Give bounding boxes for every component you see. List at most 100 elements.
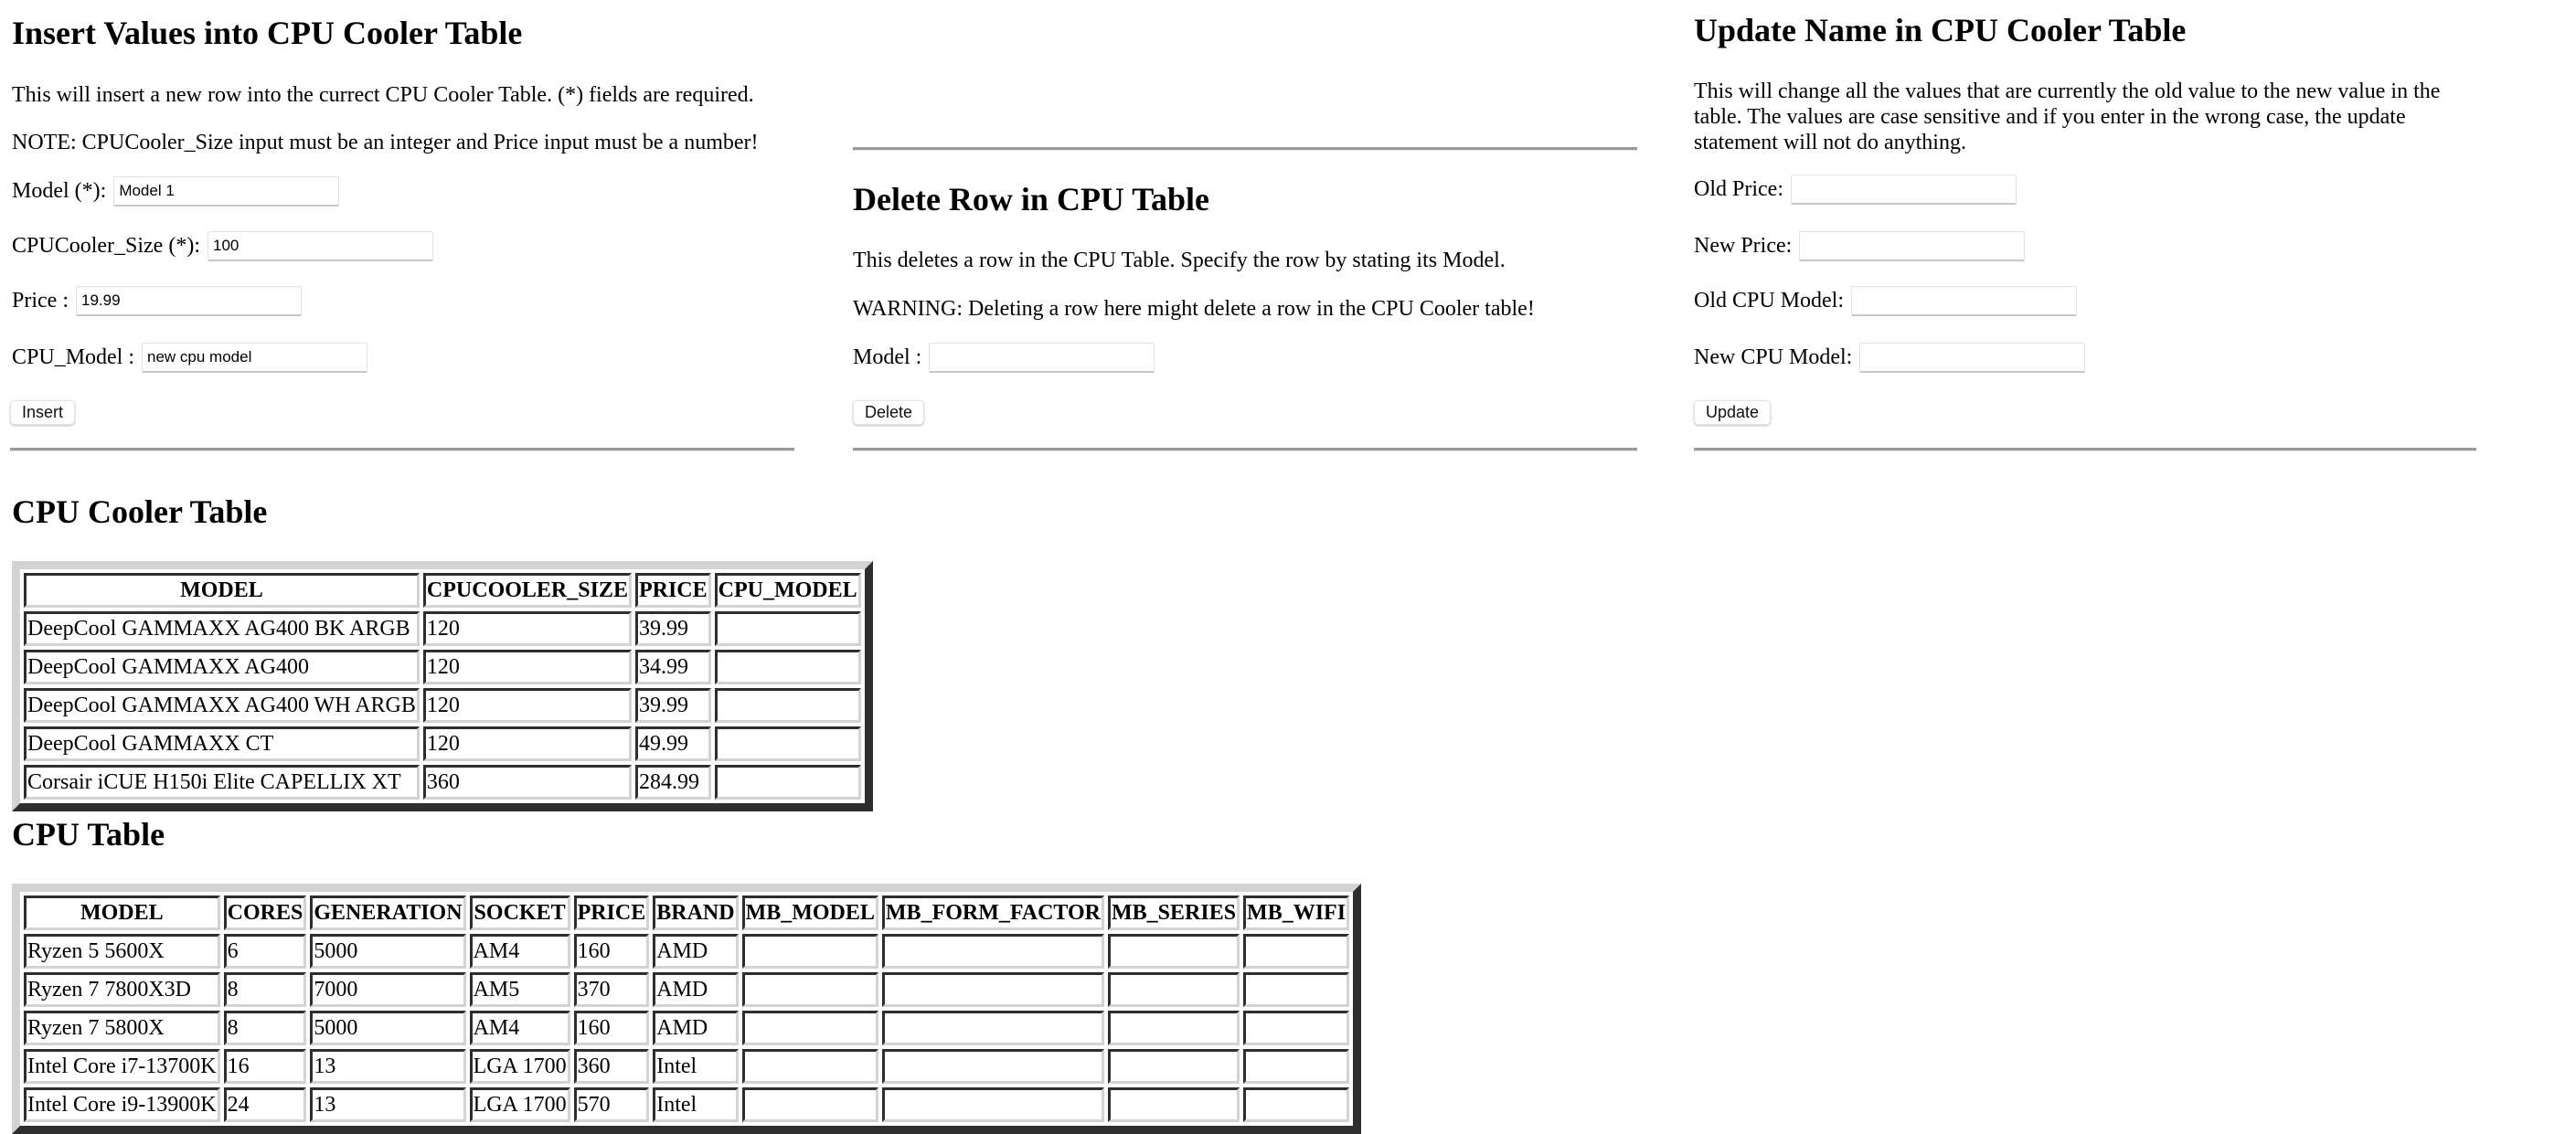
cell-generation: 5000 xyxy=(310,1011,466,1045)
cell-model: Corsair iCUE H150i Elite CAPELLIX XT xyxy=(24,765,420,800)
cell-price: 49.99 xyxy=(634,726,711,761)
cell-model: DeepCool GAMMAXX AG400 xyxy=(24,650,420,684)
insert-button[interactable]: Insert xyxy=(10,400,76,425)
column-header-mb-model: MB_MODEL xyxy=(741,896,878,930)
cell-mb-wifi xyxy=(1243,1049,1350,1084)
update-old-cpu-model-input[interactable] xyxy=(1851,285,2078,316)
cell-mb-series xyxy=(1108,934,1240,969)
cell-socket: LGA 1700 xyxy=(469,1049,570,1084)
cell-brand: AMD xyxy=(653,972,739,1007)
insert-title: Insert Values into CPU Cooler Table xyxy=(12,15,523,51)
insert-size-input[interactable] xyxy=(207,230,433,261)
cell-model: DeepCool GAMMAXX CT xyxy=(24,726,420,761)
column-header-cpu-model: CPU_MODEL xyxy=(714,573,861,608)
header-row: MODEL CPUCOOLER_SIZE PRICE CPU_MODEL xyxy=(24,573,861,608)
insert-cpu-model-input[interactable] xyxy=(142,342,368,373)
update-old-cpu-model-row: Old CPU Model: xyxy=(1694,285,2078,316)
cell-price: 39.99 xyxy=(634,611,711,646)
cell-mb-wifi xyxy=(1243,1087,1350,1122)
cell-cpucooler-size: 120 xyxy=(422,611,632,646)
column-header-mb-form-factor: MB_FORM_FACTOR xyxy=(881,896,1104,930)
update-description: This will change all the values that are… xyxy=(1694,79,2441,154)
cell-mb-form-factor xyxy=(881,1011,1104,1045)
header-row: MODEL CORES GENERATION SOCKET PRICE BRAND MB_M… xyxy=(24,896,1350,930)
cell-mb-model xyxy=(741,1087,878,1122)
cell-generation: 5000 xyxy=(310,934,466,969)
cell-price: 160 xyxy=(573,934,650,969)
cell-cpucooler-size: 120 xyxy=(422,726,632,761)
cell-model: Intel Core i7-13700K xyxy=(24,1049,220,1084)
cell-brand: AMD xyxy=(653,1011,739,1045)
cell-mb-model xyxy=(741,1049,878,1084)
table-row: DeepCool GAMMAXX AG400 120 34.99 xyxy=(24,650,861,684)
table-row: Corsair iCUE H150i Elite CAPELLIX XT 360 2… xyxy=(24,765,861,800)
cooler-table-title: CPU Cooler Table xyxy=(12,493,268,530)
cell-cpu-model xyxy=(714,726,861,761)
cell-brand: Intel xyxy=(653,1087,739,1122)
insert-model-row: Model (*): xyxy=(12,175,340,207)
update-button[interactable]: Update xyxy=(1694,400,1772,425)
delete-warning: WARNING: Deleting a row here might delet… xyxy=(853,297,1535,321)
table-row: Ryzen 5 5600X 6 5000 AM4 160 AMD xyxy=(24,934,1350,969)
cell-price: 370 xyxy=(573,972,650,1007)
update-new-cpu-model-row: New CPU Model: xyxy=(1694,342,2086,373)
column-header-brand: BRAND xyxy=(653,896,739,930)
insert-cpu-model-row: CPU_Model : xyxy=(12,342,368,373)
cell-mb-wifi xyxy=(1243,972,1350,1007)
insert-price-row: Price : xyxy=(12,285,302,316)
cell-mb-form-factor xyxy=(881,972,1104,1007)
insert-description: This will insert a new row into the curr… xyxy=(12,83,754,107)
cell-price: 284.99 xyxy=(634,765,711,800)
cell-model: Ryzen 7 7800X3D xyxy=(24,972,220,1007)
table-row: Ryzen 7 5800X 8 5000 AM4 160 AMD xyxy=(24,1011,1350,1045)
table-row: DeepCool GAMMAXX AG400 BK ARGB 120 39.99 xyxy=(24,611,861,646)
column-header-cores: CORES xyxy=(223,896,307,930)
insert-model-input[interactable] xyxy=(113,175,340,207)
insert-size-row: CPUCooler_Size (*): xyxy=(12,230,433,261)
update-new-price-input[interactable] xyxy=(1799,230,2026,261)
cell-mb-series xyxy=(1108,1011,1240,1045)
table-row: Intel Core i9-13900K 24 13 LGA 1700 570 Intel xyxy=(24,1087,1350,1122)
insert-note: NOTE: CPUCooler_Size input must be an in… xyxy=(12,131,759,154)
cell-mb-model xyxy=(741,1011,878,1045)
cell-model: Intel Core i9-13900K xyxy=(24,1087,220,1122)
cell-generation: 7000 xyxy=(310,972,466,1007)
column-header-cpucooler-size: CPUCOOLER_SIZE xyxy=(422,573,632,608)
cooler-table: MODEL CPUCOOLER_SIZE PRICE CPU_MODEL DeepCoo… xyxy=(12,561,873,811)
update-new-price-row: New Price: xyxy=(1694,230,2026,261)
column-header-model: MODEL xyxy=(24,896,220,930)
cell-cpucooler-size: 360 xyxy=(422,765,632,800)
cell-cpu-model xyxy=(714,765,861,800)
table-row: DeepCool GAMMAXX AG400 WH ARGB 120 39.99 xyxy=(24,688,861,723)
update-divider xyxy=(1694,448,2476,451)
delete-top-divider xyxy=(853,147,1637,151)
cell-cores: 16 xyxy=(223,1049,307,1084)
insert-cpu-model-label: CPU_Model : xyxy=(12,344,135,369)
column-header-mb-series: MB_SERIES xyxy=(1108,896,1240,930)
insert-size-label: CPUCooler_Size (*): xyxy=(12,233,200,258)
cell-price: 360 xyxy=(573,1049,650,1084)
cell-mb-wifi xyxy=(1243,1011,1350,1045)
cpu-table: MODEL CORES GENERATION SOCKET PRICE BRAND MB_M… xyxy=(12,884,1362,1134)
delete-model-label: Model : xyxy=(853,344,922,369)
delete-button[interactable]: Delete xyxy=(853,400,925,425)
cell-model: Ryzen 5 5600X xyxy=(24,934,220,969)
cell-mb-model xyxy=(741,972,878,1007)
cell-cores: 8 xyxy=(223,972,307,1007)
update-old-price-input[interactable] xyxy=(1790,174,2017,205)
insert-divider xyxy=(10,448,794,451)
cell-mb-wifi xyxy=(1243,934,1350,969)
table-row: Ryzen 7 7800X3D 8 7000 AM5 370 AMD xyxy=(24,972,1350,1007)
cell-price: 39.99 xyxy=(634,688,711,723)
cell-model: DeepCool GAMMAXX AG400 WH ARGB xyxy=(24,688,420,723)
insert-price-input[interactable] xyxy=(75,285,302,316)
cell-mb-series xyxy=(1108,972,1240,1007)
column-header-mb-wifi: MB_WIFI xyxy=(1243,896,1350,930)
update-new-cpu-model-input[interactable] xyxy=(1859,342,2086,373)
cell-generation: 13 xyxy=(310,1087,466,1122)
cell-cpu-model xyxy=(714,688,861,723)
cell-socket: AM4 xyxy=(469,934,570,969)
update-old-price-label: Old Price: xyxy=(1694,176,1783,201)
update-new-price-label: New Price: xyxy=(1694,233,1793,258)
delete-model-input[interactable] xyxy=(929,342,1155,373)
